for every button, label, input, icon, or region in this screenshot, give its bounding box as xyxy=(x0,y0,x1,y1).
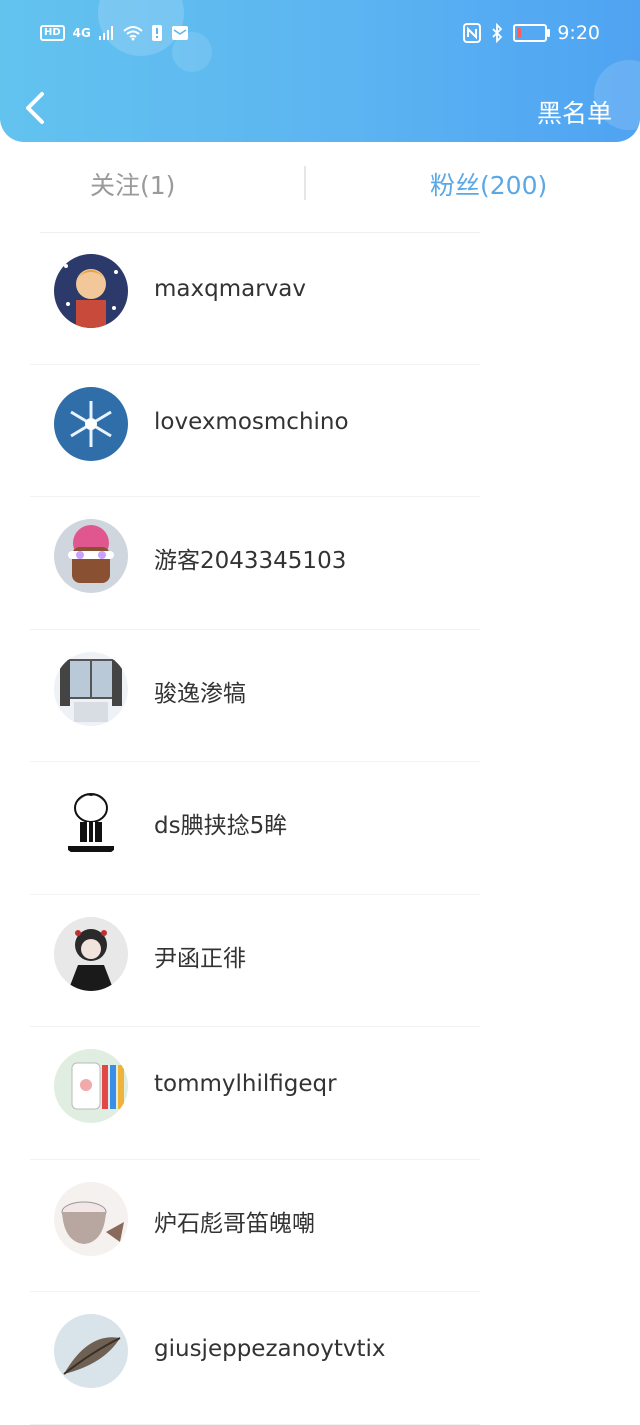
fans-list: maxqmarvav lovexmosmchino 游客2043345103 骏… xyxy=(0,232,640,1425)
fan-name: lovexmosmchino xyxy=(154,408,349,435)
list-item[interactable]: giusjeppezanoytvtix xyxy=(30,1292,480,1425)
status-bar: HD 4G 9:20 xyxy=(0,18,640,54)
avatar[interactable] xyxy=(54,784,128,858)
battery-icon xyxy=(513,24,551,42)
blacklist-button[interactable]: 黑名单 xyxy=(537,94,612,130)
list-item[interactable]: 骏逸渗犒 xyxy=(30,630,480,762)
chevron-left-icon[interactable] xyxy=(18,88,54,128)
avatar[interactable] xyxy=(54,651,128,726)
list-item[interactable]: 炉石彪哥笛魄嘲 xyxy=(30,1160,480,1292)
fan-name: giusjeppezanoytvtix xyxy=(154,1336,386,1362)
avatar[interactable] xyxy=(54,1049,128,1123)
list-item[interactable]: ds腆挟捻5眸 xyxy=(30,762,480,895)
avatar[interactable] xyxy=(54,1314,128,1388)
fan-name: 骏逸渗犒 xyxy=(154,680,246,707)
nfc-icon xyxy=(463,23,482,43)
fan-name: 炉石彪哥笛魄嘲 xyxy=(154,1210,315,1237)
avatar[interactable] xyxy=(54,386,128,461)
network-label: 4G xyxy=(72,26,91,40)
message-icon xyxy=(171,26,188,40)
avatar[interactable] xyxy=(54,916,128,991)
fan-name: 游客2043345103 xyxy=(154,548,347,574)
status-left: HD 4G xyxy=(40,24,189,42)
status-right: 9:20 xyxy=(463,22,600,44)
list-item[interactable]: 尹函正徘 xyxy=(30,895,480,1027)
avatar[interactable] xyxy=(54,1181,128,1256)
fan-name: ds腆挟捻5眸 xyxy=(154,813,288,839)
list-item[interactable]: 游客2043345103 xyxy=(30,497,480,630)
app-header: HD 4G 9:20 黑名单 xyxy=(0,0,640,142)
tab-divider xyxy=(304,166,306,200)
tab-bar: 关注(1) 粉丝(200) xyxy=(0,142,640,232)
signal-icon xyxy=(98,26,113,40)
hd-badge: HD xyxy=(40,25,65,41)
fan-name: tommylhilfigeqr xyxy=(154,1071,337,1097)
list-item[interactable]: maxqmarvav xyxy=(30,232,480,365)
alert-icon xyxy=(151,25,162,41)
list-item[interactable]: tommylhilfigeqr xyxy=(30,1027,480,1160)
fan-name: maxqmarvav xyxy=(154,276,306,302)
wifi-icon xyxy=(123,26,143,41)
status-time: 9:20 xyxy=(557,22,600,44)
bluetooth-icon xyxy=(492,23,503,43)
tab-following[interactable]: 关注(1) xyxy=(90,166,175,202)
list-item[interactable]: lovexmosmchino xyxy=(30,365,480,497)
avatar[interactable] xyxy=(54,254,128,328)
avatar[interactable] xyxy=(54,519,128,593)
tab-fans[interactable]: 粉丝(200) xyxy=(430,166,547,202)
fan-name: 尹函正徘 xyxy=(154,945,246,972)
